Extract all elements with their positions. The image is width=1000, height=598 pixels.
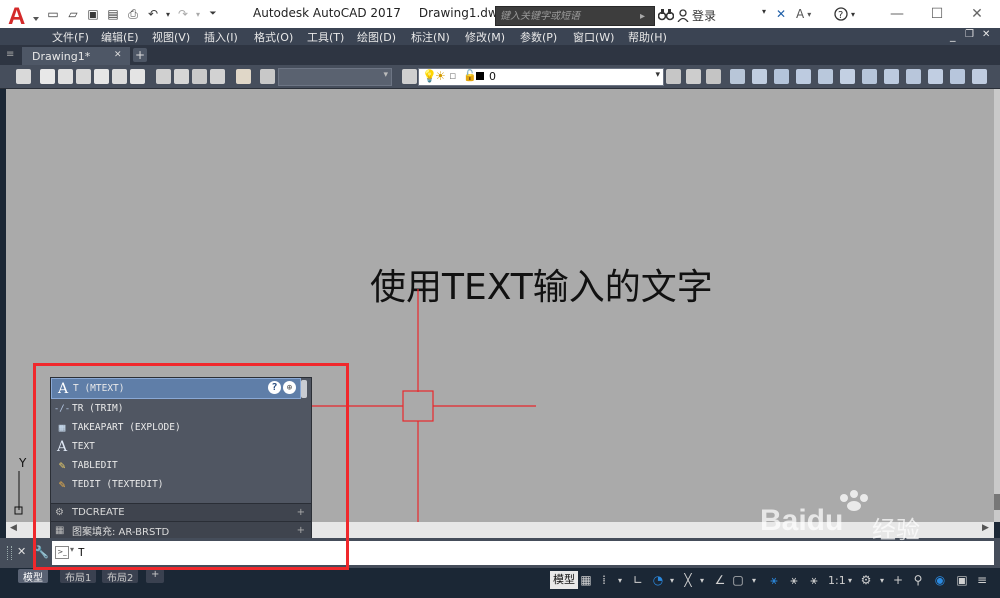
workspace-dropdown-icon[interactable]: ▾ [874, 571, 890, 589]
scale-dropdown-icon[interactable]: ▾ [842, 571, 858, 589]
snap-icon[interactable]: ⁞ [596, 571, 612, 589]
add-layout-icon[interactable]: + [146, 569, 165, 583]
layout-tab-model[interactable]: 模型 [18, 569, 48, 584]
watermark-url: jingyan.baidu.com [790, 545, 892, 558]
baidu-watermark: Baidu 经验 jingyan.baidu.com [760, 490, 950, 560]
model-space-button[interactable]: 模型 [550, 571, 578, 589]
osnap-dropdown-icon[interactable]: ▾ [746, 571, 762, 589]
annotation-scale-icon[interactable]: ⚹ [806, 571, 822, 589]
isolate-objects-icon[interactable]: ⚲ [910, 571, 926, 589]
customization-menu-icon[interactable]: ≡ [974, 571, 990, 589]
workspace-gear-icon[interactable]: ⚙ [858, 571, 874, 589]
annotation-visibility-icon[interactable]: ⚹ [766, 571, 782, 589]
watermark-brand: Baidu [760, 504, 844, 537]
layout-tab-1[interactable]: 布局1 [60, 569, 97, 584]
grid-icon[interactable]: ▦ [578, 571, 594, 589]
osnap-icon[interactable]: ▢ [730, 571, 746, 589]
status-bar: 模型 布局1 布局2 + 模型 ▦ ⁞ ▾ ∟ ◔ ▾ ╳ ▾ ∠ ▢ ▾ ⚹ … [0, 568, 1000, 598]
svg-text:Y: Y [18, 456, 27, 470]
layout-tab-2[interactable]: 布局2 [102, 569, 139, 584]
polar-dropdown-icon[interactable]: ▾ [664, 571, 680, 589]
snap-dropdown-icon[interactable]: ▾ [612, 571, 628, 589]
ortho-icon[interactable]: ∟ [630, 571, 646, 589]
object-snap-tracking-icon[interactable]: ∠ [712, 571, 728, 589]
hardware-acceleration-icon[interactable]: ◉ [932, 571, 948, 589]
isodraft-dropdown-icon[interactable]: ▾ [694, 571, 710, 589]
clean-screen-icon[interactable]: ▣ [954, 571, 970, 589]
watermark-brand-cn: 经验 [872, 516, 920, 544]
auto-scale-icon[interactable]: ⚹ [786, 571, 802, 589]
grip-handle[interactable] [7, 546, 12, 560]
highlight-annotation-box [33, 363, 349, 570]
close-command-line-icon[interactable]: ✕ [17, 545, 26, 558]
plus-icon[interactable]: + [890, 571, 906, 589]
